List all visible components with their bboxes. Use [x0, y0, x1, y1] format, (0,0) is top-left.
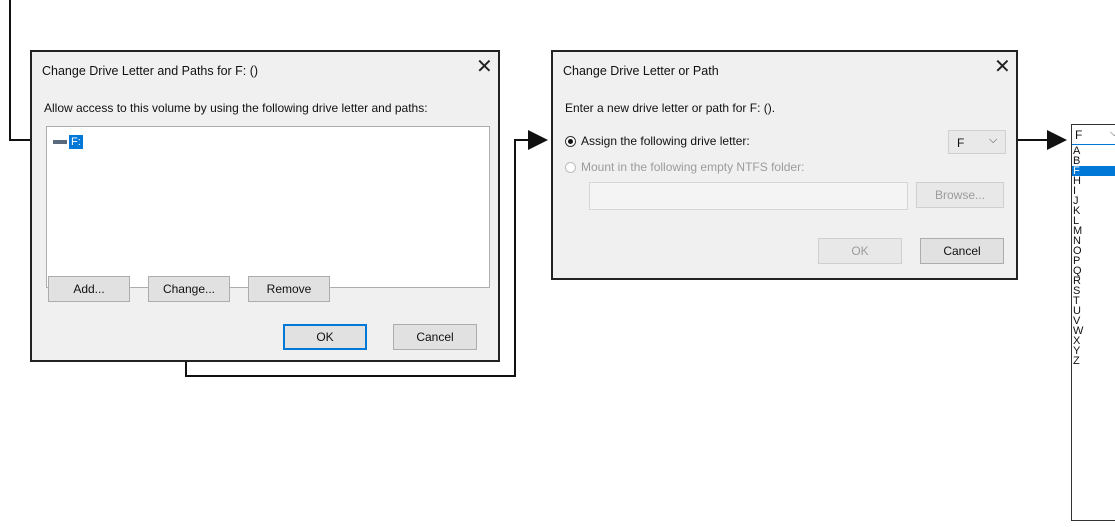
assign-letter-label[interactable]: Assign the following drive letter:	[581, 134, 750, 148]
assign-letter-radio[interactable]	[565, 136, 576, 147]
dialog2-close-icon[interactable]: ✕	[994, 57, 1011, 77]
browse-button[interactable]: Browse...	[916, 182, 1004, 208]
chevron-down-icon: ⌵	[989, 134, 998, 146]
drive-letter-select-value: F	[957, 136, 965, 150]
mount-folder-label[interactable]: Mount in the following empty NTFS folder…	[581, 160, 804, 174]
add-button[interactable]: Add...	[48, 276, 130, 302]
list-item-label: F:	[69, 135, 83, 149]
dialog2-instructions: Enter a new drive letter or path for F: …	[565, 101, 776, 115]
dialog1-title: Change Drive Letter and Paths for F: ()	[42, 64, 259, 78]
dialog1-instructions: Allow access to this volume by using the…	[44, 101, 428, 115]
ok-button[interactable]: OK	[283, 324, 367, 350]
ok-button-disabled[interactable]: OK	[818, 238, 902, 264]
remove-button[interactable]: Remove	[248, 276, 330, 302]
dropdown-selected-value: F	[1075, 128, 1083, 142]
dialog2-cancel-button[interactable]: Cancel	[920, 238, 1004, 264]
change-drive-letter-or-path-dialog: Change Drive Letter or Path ✕ Enter a ne…	[551, 50, 1018, 280]
drive-letter-select[interactable]: F ⌵	[948, 130, 1006, 154]
dialog2-title: Change Drive Letter or Path	[563, 64, 719, 78]
mount-folder-radio[interactable]	[565, 162, 576, 173]
dropdown-options-list: ABFHIJKLMNOPQRSTUVWXYZ	[1072, 146, 1115, 367]
dropdown-option-z[interactable]: Z	[1072, 356, 1115, 367]
change-drive-letter-paths-dialog: Change Drive Letter and Paths for F: () …	[30, 50, 500, 362]
drive-icon	[53, 140, 67, 144]
drive-letter-dropdown: F ⌵ ABFHIJKLMNOPQRSTUVWXYZ	[1071, 124, 1115, 521]
mount-folder-path-input[interactable]	[589, 182, 908, 210]
dialog1-close-icon[interactable]: ✕	[476, 57, 493, 77]
cancel-button[interactable]: Cancel	[393, 324, 477, 350]
change-button[interactable]: Change...	[148, 276, 230, 302]
paths-listbox[interactable]: F:	[46, 126, 490, 288]
chevron-down-icon: ⌵	[1110, 127, 1115, 139]
dropdown-header[interactable]: F ⌵	[1072, 125, 1115, 145]
dropdown-option-h[interactable]: H	[1072, 176, 1115, 187]
